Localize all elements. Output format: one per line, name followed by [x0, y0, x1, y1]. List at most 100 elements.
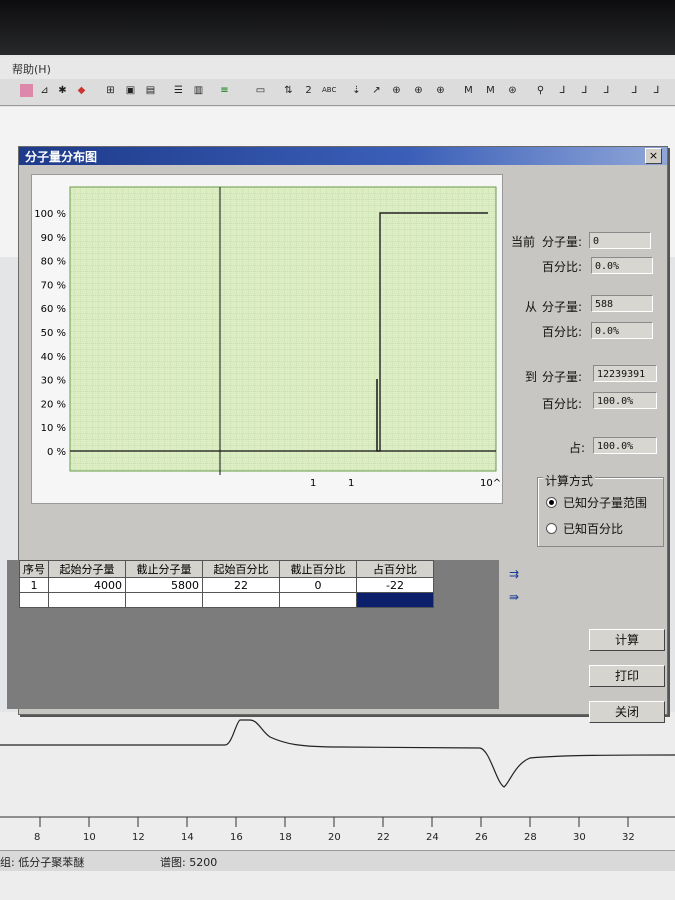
toolbar-icon[interactable]: ▤: [144, 84, 157, 97]
toolbar-icon[interactable]: ☰: [172, 84, 185, 97]
dialog-titlebar: 分子量分布图 ×: [19, 147, 667, 165]
close-button[interactable]: 关闭: [589, 701, 665, 723]
x-axis-tick: 12: [132, 832, 145, 843]
x-axis-tick: 22: [377, 832, 390, 843]
option-known-mw[interactable]: 已知分子量范围: [563, 494, 647, 511]
col-header: 序号: [19, 560, 49, 578]
print-button[interactable]: 打印: [589, 665, 665, 687]
toolbar-icon[interactable]: ↗: [370, 84, 383, 97]
chromatogram-area: 8 10 12 14 16 18 20 22 24 26 28 30 32: [0, 712, 675, 900]
chart-icon[interactable]: ⊿: [38, 84, 51, 97]
from-mw-field[interactable]: 588: [591, 295, 653, 312]
toolbar-icon[interactable]: ⅃: [556, 84, 569, 97]
status-bar: 组: 低分子聚苯醚 谱图: 5200: [0, 850, 675, 871]
table-row[interactable]: [19, 592, 434, 608]
toolbar-icon[interactable]: ▭: [254, 84, 267, 97]
toolbar-icon[interactable]: ⊛: [506, 84, 519, 97]
cell[interactable]: 4000: [48, 577, 126, 593]
share-label: 占:: [569, 441, 586, 455]
remove-row-icon[interactable]: ⇛: [509, 590, 519, 604]
toolbar-icon[interactable]: M: [462, 84, 475, 97]
cell[interactable]: [125, 592, 203, 608]
cell[interactable]: 22: [202, 577, 280, 593]
x-axis-tick: 20: [328, 832, 341, 843]
radio-dot: [549, 500, 554, 505]
y-tick-label: 20 %: [41, 399, 66, 410]
toolbar-icon[interactable]: ⅃: [600, 84, 613, 97]
toolbar-icon[interactable]: ⅃: [628, 84, 641, 97]
from-pct-field[interactable]: 0.0%: [591, 322, 653, 339]
distribution-dialog: 分子量分布图 × 100 % 90 % 80 % 70 % 60 % 50 % 40 % 30…: [7, 146, 668, 723]
chromatogram-trace: [0, 719, 675, 827]
chart-svg: 100 %90 %80 %70 %60 %50 %40 %30 %20 %10 …: [34, 186, 514, 489]
add-row-icon[interactable]: ⇉: [509, 567, 519, 581]
cell[interactable]: [202, 592, 280, 608]
current-mw-field[interactable]: 0: [589, 232, 651, 249]
toolbar-icon[interactable]: M: [484, 84, 497, 97]
calc-button[interactable]: 计算: [589, 629, 665, 651]
toolbar-icon[interactable]: ⊕: [434, 84, 447, 97]
to-mw-field[interactable]: 12239391: [593, 365, 657, 382]
result-table: 序号 起始分子量 截止分子量 起始百分比 截止百分比 占百分比 1 4000 5…: [19, 560, 434, 608]
y-tick-label: 60 %: [41, 304, 66, 315]
col-header: 占百分比: [356, 560, 434, 578]
x-axis-tick: 16: [230, 832, 243, 843]
toolbar-icon[interactable]: ⊕: [412, 84, 425, 97]
distribution-chart: 100 % 90 % 80 % 70 % 60 % 50 % 40 % 30 % 20 % 10 …: [31, 174, 514, 504]
selected-cell[interactable]: [356, 592, 434, 608]
toolbar-icon[interactable]: ▣: [124, 84, 137, 97]
from-pct-label: 百分比:: [542, 325, 583, 339]
x-axis-tick: 10: [83, 832, 96, 843]
toolbar-icon[interactable]: ABC: [322, 84, 336, 97]
menu-bar: 帮助(H): [0, 57, 675, 79]
to-pct-field[interactable]: 100.0%: [593, 392, 657, 409]
cell[interactable]: [19, 592, 49, 608]
current-pct-field[interactable]: 0.0%: [591, 257, 653, 274]
cell[interactable]: -22: [356, 577, 434, 593]
magnifier-icon[interactable]: ⚲: [534, 84, 547, 97]
x-tick-label: 1: [348, 478, 354, 489]
col-header: 起始分子量: [48, 560, 126, 578]
toolbar-icon[interactable]: ≡: [218, 84, 231, 97]
current-mw-label: 分子量:: [542, 235, 583, 249]
toolbar-icon[interactable]: ◆: [75, 84, 88, 97]
cell[interactable]: 5800: [125, 577, 203, 593]
y-tick-label: 30 %: [41, 376, 66, 387]
radio-known-pct[interactable]: [546, 523, 557, 534]
monitor-bezel: [0, 0, 675, 60]
col-header: 截止百分比: [279, 560, 357, 578]
toolbar-icon[interactable]: 2: [302, 84, 315, 97]
cell[interactable]: 0: [279, 577, 357, 593]
toolbar-icon[interactable]: ⅃: [650, 84, 663, 97]
y-tick-label: 50 %: [41, 328, 66, 339]
option-known-pct[interactable]: 已知百分比: [563, 520, 623, 537]
toolbar: ⊿ ✱ ◆ ⊞ ▣ ▤ ☰ ▥ ≡ ▭ ⇅ 2 ABC ⇣ ↗ ⊕ ⊕ ⊕ M …: [0, 79, 675, 106]
x-axis-tick: 18: [279, 832, 292, 843]
table-row[interactable]: 1 4000 5800 22 0 -22: [19, 577, 434, 593]
from-prefix: 从: [525, 300, 538, 314]
calc-mode-title: 计算方式: [543, 472, 596, 489]
share-field[interactable]: 100.0%: [593, 437, 657, 454]
y-tick-label: 100 %: [34, 209, 66, 220]
y-tick-label: 10 %: [41, 423, 66, 434]
cell[interactable]: [48, 592, 126, 608]
y-tick-label: 0 %: [47, 447, 66, 458]
toolbar-icon[interactable]: ✱: [56, 84, 69, 97]
cell[interactable]: 1: [19, 577, 49, 593]
arrow-down-icon[interactable]: ⇣: [350, 84, 363, 97]
close-icon[interactable]: ×: [645, 148, 662, 164]
toolbar-icon[interactable]: ⅃: [578, 84, 591, 97]
result-table-area: 序号 起始分子量 截止分子量 起始百分比 截止百分比 占百分比 1 4000 5…: [7, 560, 499, 709]
status-spectrum: 谱图: 5200: [160, 856, 218, 869]
toolbar-icon[interactable]: ⊞: [104, 84, 117, 97]
toolbar-icon[interactable]: ⊕: [390, 84, 403, 97]
radio-known-mw[interactable]: [546, 497, 557, 508]
y-tick-label: 80 %: [41, 257, 66, 268]
toolbar-icon[interactable]: ▥: [192, 84, 205, 97]
toolbar-icon[interactable]: [20, 84, 33, 97]
x-axis-tick: 28: [524, 832, 537, 843]
x-axis-labels: 8 10 12 14 16 18 20 22 24 26 28 30 32: [0, 832, 675, 848]
cell[interactable]: [279, 592, 357, 608]
toolbar-icon[interactable]: ⇅: [282, 84, 295, 97]
menu-help[interactable]: 帮助(H): [12, 61, 51, 77]
